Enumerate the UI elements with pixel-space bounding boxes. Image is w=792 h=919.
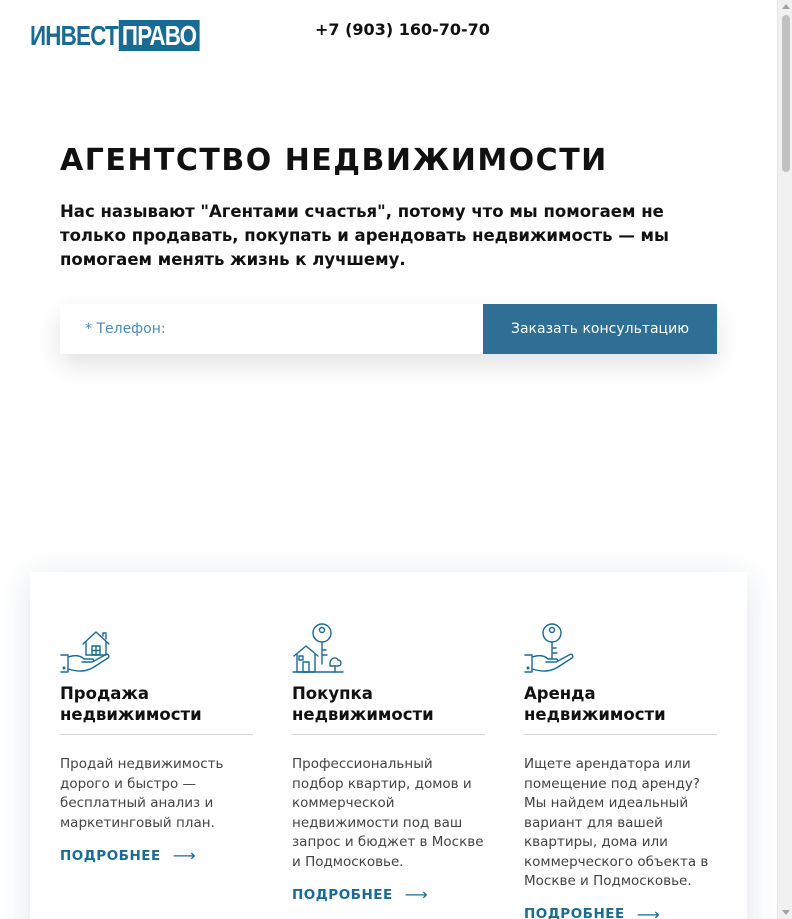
house-with-key-icon <box>292 623 344 673</box>
more-link-purchase[interactable]: ПОДРОБНЕЕ ⟶ <box>292 885 428 904</box>
more-link-rent[interactable]: ПОДРОБНЕЕ ⟶ <box>524 905 660 919</box>
more-link-sale[interactable]: ПОДРОБНЕЕ ⟶ <box>60 846 196 865</box>
vertical-scrollbar[interactable] <box>777 0 792 919</box>
more-link-label: ПОДРОБНЕЕ <box>292 886 393 903</box>
house-in-hand-icon <box>60 631 110 673</box>
arrow-right-icon: ⟶ <box>636 904 661 919</box>
arrow-right-icon: ⟶ <box>404 885 429 904</box>
service-purchase: Покупка недвижимости Профессиональный по… <box>292 622 485 904</box>
service-description: Ищете арендатора или помещение под аренд… <box>524 756 709 889</box>
scroll-down-icon[interactable] <box>782 910 790 915</box>
divider <box>292 734 485 735</box>
scroll-up-icon[interactable] <box>782 4 790 9</box>
services-card: Продажа недвижимости Продай недвижимость… <box>30 572 747 919</box>
logo-text-part1: ИНВЕСТ <box>30 20 119 51</box>
scrollbar-thumb[interactable] <box>782 15 790 172</box>
phone-input[interactable] <box>60 304 483 354</box>
more-link-label: ПОДРОБНЕЕ <box>524 906 625 919</box>
page-title: АГЕНТСТВО НЕДВИЖИМОСТИ <box>60 143 608 178</box>
key-in-hand-icon <box>524 623 574 673</box>
service-description: Продай недвижимость дорого и быстро — бе… <box>60 756 224 831</box>
more-link-label: ПОДРОБНЕЕ <box>60 847 161 864</box>
consultation-form: Заказать консультацию <box>60 304 717 354</box>
service-title: Аренда недвижимости <box>524 684 666 724</box>
service-sale: Продажа недвижимости Продай недвижимость… <box>60 622 253 865</box>
header-phone-link[interactable]: +7 (903) 160-70-70 <box>315 20 490 39</box>
hero-description: Нас называют "Агентами счастья", потому … <box>60 202 669 269</box>
logo-text-part2: ПРАВО <box>118 20 200 51</box>
order-consultation-button[interactable]: Заказать консультацию <box>483 304 717 354</box>
service-title: Покупка недвижимости <box>292 684 434 724</box>
divider <box>60 734 253 735</box>
page: ИНВЕСТ ПРАВО +7 (903) 160-70-70 АГЕНТСТВ… <box>0 0 777 919</box>
service-title: Продажа недвижимости <box>60 684 202 724</box>
logo[interactable]: ИНВЕСТ ПРАВО <box>30 20 200 51</box>
service-rent: Аренда недвижимости Ищете арендатора или… <box>524 622 717 919</box>
divider <box>524 734 717 735</box>
service-description: Профессиональный подбор квартир, домов и… <box>292 756 484 870</box>
arrow-right-icon: ⟶ <box>172 846 197 865</box>
